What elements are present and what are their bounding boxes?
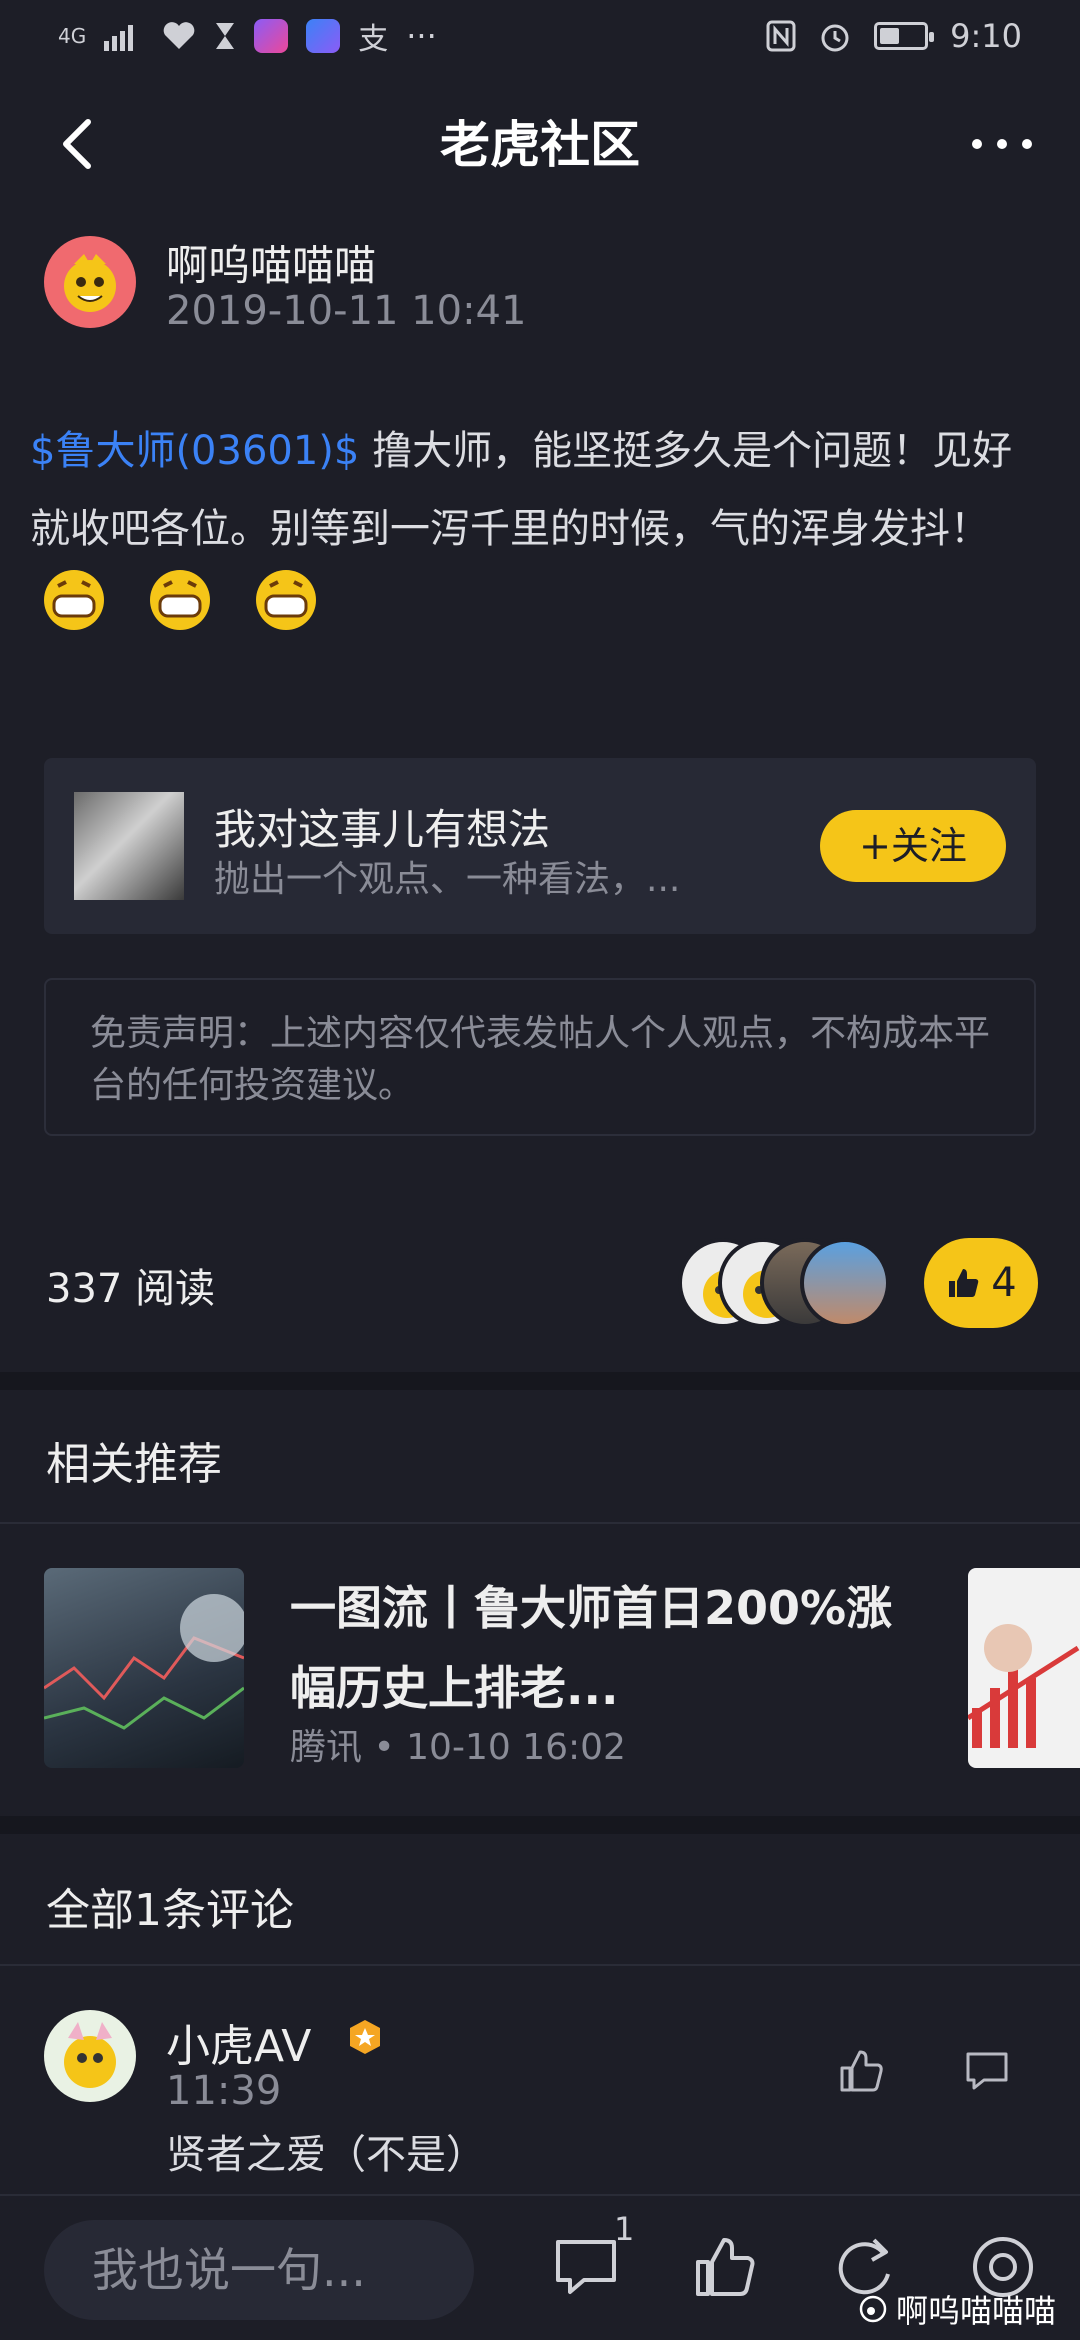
video-app-icon	[254, 19, 289, 53]
author-avatar[interactable]	[44, 236, 136, 328]
article-time: 10-10 16:02	[406, 1727, 626, 1768]
watermark: 啊呜喵喵喵	[858, 2286, 1056, 2332]
post-stats: 337 阅读 4	[0, 1228, 1080, 1340]
follow-topic-card[interactable]: 我对这事儿有想法 抛出一个观点、一种看法，... +关注	[44, 758, 1036, 934]
status-bar: 4G 支 ··· 9:10	[0, 0, 1080, 72]
article-thumbnail	[44, 1568, 244, 1768]
grinning-tiger-emoji-icon	[256, 570, 316, 630]
meta-separator: •	[373, 1727, 395, 1768]
divider	[0, 1522, 1080, 1524]
article-source: 腾讯	[290, 1727, 363, 1768]
section-divider	[0, 1816, 1080, 1834]
grinning-tiger-emoji-icon	[44, 570, 104, 630]
next-article-thumbnail[interactable]	[968, 1568, 1080, 1768]
grinning-tiger-emoji-icon	[150, 570, 210, 630]
comment-input[interactable]: 我也说一句...	[44, 2220, 474, 2320]
related-article[interactable]: 一图流丨鲁大师首日200%涨幅历史上排老... 腾讯 • 10-10 16:02	[0, 1540, 1080, 1780]
liker-avatars[interactable]: 4	[678, 1238, 1038, 1328]
follow-button[interactable]: +关注	[820, 810, 1006, 882]
post-content: $鲁大师(03601)$ 撸大师，能坚挺多久是个问题！见好就收吧各位。别等到一泻…	[30, 412, 1050, 568]
more-menu-icon[interactable]	[972, 124, 1032, 164]
alipay-icon: 支	[358, 22, 389, 57]
disclaimer: 免责声明：上述内容仅代表发帖人个人观点，不构成本平台的任何投资建议。	[44, 978, 1036, 1136]
topic-title: 我对这事儿有想法	[214, 805, 551, 854]
read-count: 337 阅读	[46, 1266, 216, 1312]
commenter-avatar[interactable]	[44, 2010, 136, 2102]
stock-app-icon	[306, 19, 341, 53]
hourglass-icon	[216, 23, 235, 49]
comments-heading: 全部1条评论	[46, 1885, 294, 1936]
topic-photo	[74, 792, 184, 900]
like-button[interactable]: 4	[924, 1238, 1038, 1328]
topic-subtitle: 抛出一个观点、一种看法，...	[214, 859, 681, 900]
post-author: 啊呜喵喵喵 2019-10-11 10:41	[44, 232, 1034, 352]
thumbs-up-icon[interactable]	[690, 2232, 760, 2302]
related-heading: 相关推荐	[46, 1439, 222, 1490]
status-right-icons: 9:10	[766, 17, 1022, 55]
comment-like-icon[interactable]	[836, 2046, 886, 2096]
thumbs-up-icon	[949, 1269, 979, 1297]
comment-count: 1	[614, 2210, 635, 2248]
battery-icon	[874, 22, 935, 50]
verified-badge-icon	[350, 2020, 380, 2054]
weibo-logo-icon	[859, 2295, 887, 2323]
health-icon	[163, 22, 195, 49]
nfc-icon	[766, 20, 796, 52]
liker-avatar	[800, 1238, 890, 1328]
article-meta: 腾讯 • 10-10 16:02	[290, 1718, 626, 1770]
commenter-name[interactable]: 小虎AV	[166, 2010, 311, 2074]
bottom-action-bar: 我也说一句... 1 啊呜喵喵喵	[0, 2194, 1080, 2340]
status-time: 9:10	[950, 17, 1022, 55]
nav-bar: 老虎社区	[0, 100, 1080, 190]
emoji-row	[36, 560, 336, 640]
status-left-icons: 4G 支 ···	[58, 14, 437, 58]
comment-icon[interactable]	[552, 2232, 622, 2302]
author-name[interactable]: 啊呜喵喵喵	[166, 232, 376, 293]
signal-icon	[104, 25, 134, 51]
page-title: 老虎社区	[440, 116, 640, 174]
stock-tag-link[interactable]: $鲁大师(03601)$	[30, 428, 359, 474]
comment-item: 小虎AV 11:39 贤者之爱（不是）	[0, 2000, 1080, 2200]
watermark-text: 啊呜喵喵喵	[896, 2292, 1057, 2330]
comment-reply-icon[interactable]	[962, 2046, 1012, 2096]
comment-text: 贤者之爱（不是）	[166, 2132, 486, 2178]
divider	[0, 1964, 1080, 1966]
network-type: 4G	[58, 24, 87, 48]
article-title[interactable]: 一图流丨鲁大师首日200%涨幅历史上排老...	[290, 1568, 930, 1728]
post-time: 2019-10-11 10:41	[166, 288, 527, 334]
alarm-icon	[821, 24, 849, 52]
more-dots-icon: ···	[406, 17, 437, 55]
like-count: 4	[991, 1260, 1017, 1306]
section-divider	[0, 1372, 1080, 1390]
comment-time: 11:39	[166, 2068, 282, 2114]
